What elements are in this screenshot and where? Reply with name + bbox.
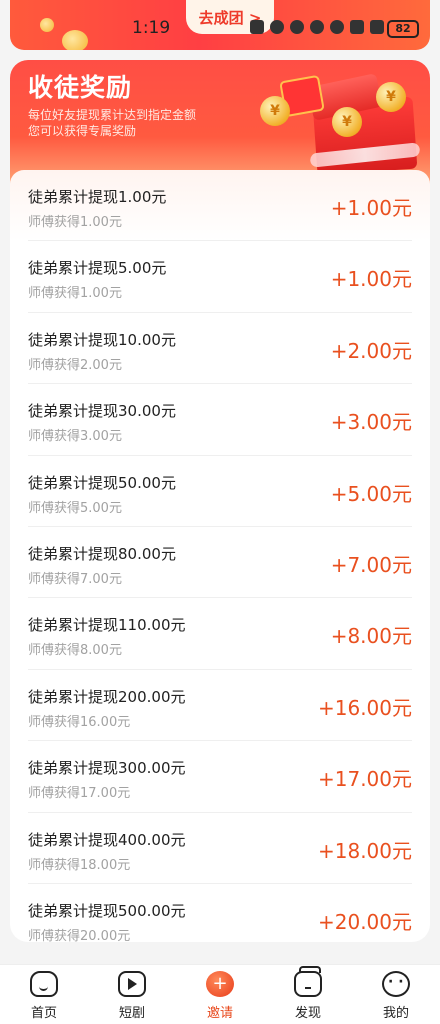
reward-row: 徒弟累计提现300.00元 师傅获得17.00元 +17.00元 — [28, 741, 412, 813]
reward-condition: 徒弟累计提现50.00元 — [28, 473, 176, 492]
nav-label: 首页 — [30, 1006, 57, 1021]
reward-amount: +2.00元 — [330, 338, 412, 363]
nav-item-drama[interactable]: 短剧 — [88, 965, 176, 1024]
reward-master-gain: 师傅获得17.00元 — [28, 786, 131, 802]
reward-master-gain: 师傅获得5.00元 — [28, 500, 122, 516]
reward-condition: 徒弟累计提现80.00元 — [28, 544, 176, 563]
alarm-icon — [290, 20, 304, 34]
reward-condition: 徒弟累计提现500.00元 — [28, 901, 186, 920]
reward-row: 徒弟累计提现30.00元 师傅获得3.00元 +3.00元 — [28, 384, 412, 456]
eye-icon — [270, 20, 284, 34]
coin-icon: ¥ — [332, 107, 362, 137]
battery-icon: 82 — [387, 20, 419, 38]
reward-row: 徒弟累计提现1.00元 师傅获得1.00元 +1.00元 — [10, 170, 430, 242]
reward-master-gain: 师傅获得1.00元 — [28, 286, 122, 302]
notification-icon — [250, 20, 264, 34]
reward-amount: +16.00元 — [317, 695, 412, 720]
reward-master-gain: 师傅获得1.00元 — [28, 215, 122, 230]
reward-master-gain: 师傅获得18.00元 — [28, 857, 131, 873]
reward-amount: +18.00元 — [317, 838, 412, 863]
reward-amount: +1.00元 — [330, 267, 412, 292]
reward-row: 徒弟累计提现200.00元 师傅获得16.00元 +16.00元 — [28, 670, 412, 742]
bottom-nav: 首页 短剧 + 邀请 发现 我的 — [0, 964, 440, 1024]
reward-amount: +8.00元 — [330, 624, 412, 649]
reward-condition: 徒弟累计提现200.00元 — [28, 687, 186, 706]
profile-icon — [382, 971, 410, 997]
nav-label: 我的 — [382, 1006, 409, 1021]
nav-item-invite[interactable]: + 邀请 — [176, 965, 264, 1024]
reward-row: 徒弟累计提现5.00元 师傅获得1.00元 +1.00元 — [28, 241, 412, 313]
coin-icon: ¥ — [376, 82, 406, 112]
nav-item-mine[interactable]: 我的 — [352, 965, 440, 1024]
coin-icon: ¥ — [260, 96, 290, 126]
reward-card: 收徒奖励 每位好友提现累计达到指定金额 您可以获得专属奖励 ¥ ¥ ¥ 徒弟累计… — [10, 60, 430, 942]
discover-icon — [294, 966, 322, 997]
nav-label: 短剧 — [118, 1006, 145, 1021]
reward-amount: +5.00元 — [330, 481, 412, 506]
wifi-icon — [350, 20, 364, 34]
status-time: 1:19 — [132, 18, 171, 38]
reward-master-gain: 师傅获得7.00元 — [28, 571, 122, 587]
reward-title: 收徒奖励 — [28, 73, 133, 102]
location-icon — [310, 20, 324, 34]
reward-condition: 徒弟累计提现400.00元 — [28, 830, 186, 849]
reward-amount: +3.00元 — [330, 410, 412, 435]
status-icons — [250, 20, 384, 34]
reward-row: 徒弟累计提现80.00元 师傅获得7.00元 +7.00元 — [28, 527, 412, 599]
reward-subtitle-line2: 您可以获得专属奖励 — [28, 124, 137, 138]
reward-condition: 徒弟累计提现10.00元 — [28, 330, 176, 349]
play-tv-icon — [118, 971, 146, 997]
reward-master-gain: 师傅获得8.00元 — [28, 643, 122, 659]
reward-row: 徒弟累计提现50.00元 师傅获得5.00元 +5.00元 — [28, 456, 412, 527]
reward-condition: 徒弟累计提现5.00元 — [28, 259, 167, 278]
reward-master-gain: 师傅获得16.00元 — [28, 714, 131, 730]
invite-icon: + — [206, 971, 234, 997]
reward-amount: +17.00元 — [317, 767, 412, 792]
reward-condition: 徒弟累计提现300.00元 — [28, 759, 186, 778]
nav-item-discover[interactable]: 发现 — [264, 965, 352, 1024]
reward-master-gain: 师傅获得20.00元 — [28, 928, 131, 942]
reward-subtitle: 每位好友提现累计达到指定金额 您可以获得专属奖励 — [28, 107, 228, 139]
reward-list: 徒弟累计提现1.00元 师傅获得1.00元 +1.00元 徒弟累计提现5.00元… — [10, 170, 430, 942]
reward-subtitle-line1: 每位好友提现累计达到指定金额 — [28, 108, 197, 122]
reward-master-gain: 师傅获得2.00元 — [28, 357, 122, 373]
home-icon — [30, 971, 58, 997]
top-banner: 去成团 > 1:19 82 — [10, 0, 430, 50]
nav-item-home[interactable]: 首页 — [0, 965, 88, 1024]
reward-row: 徒弟累计提现500.00元 师傅获得20.00元 +20.00元 — [28, 884, 412, 942]
mute-icon — [330, 20, 344, 34]
reward-condition: 徒弟累计提现110.00元 — [28, 616, 186, 635]
nav-label: 发现 — [294, 1006, 321, 1021]
reward-condition: 徒弟累计提现1.00元 — [28, 188, 167, 206]
nav-label: 邀请 — [206, 1006, 233, 1021]
signal-icon — [370, 20, 384, 34]
reward-amount: +20.00元 — [317, 909, 412, 934]
reward-master-gain: 师傅获得3.00元 — [28, 429, 122, 445]
reward-condition: 徒弟累计提现30.00元 — [28, 402, 176, 421]
reward-amount: +1.00元 — [330, 196, 412, 220]
reward-amount: +7.00元 — [330, 552, 412, 577]
reward-row: 徒弟累计提现10.00元 师傅获得2.00元 +2.00元 — [28, 313, 412, 385]
reward-row: 徒弟累计提现110.00元 师傅获得8.00元 +8.00元 — [28, 598, 412, 670]
reward-row: 徒弟累计提现400.00元 师傅获得18.00元 +18.00元 — [28, 813, 412, 884]
status-bar: 1:19 82 — [10, 18, 430, 42]
